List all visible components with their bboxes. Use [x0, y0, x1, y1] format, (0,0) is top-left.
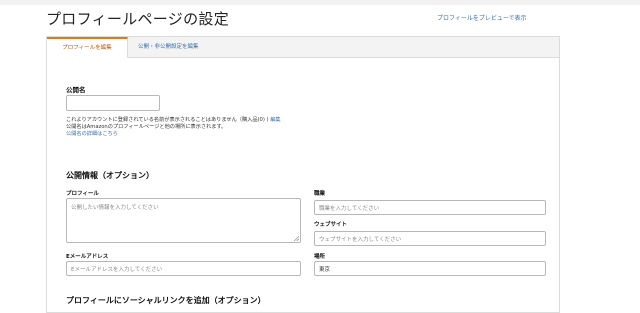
social-links-heading: プロフィールにソーシャルリンクを追加（オプション）: [66, 296, 266, 305]
public-name-help-link[interactable]: 公開名の詳細はこちら: [66, 131, 118, 138]
profile-label: プロフィール: [66, 191, 99, 197]
public-name-note-1: これよりアカウントに登録されている名前が表示されることはありません（購入品(0)…: [66, 117, 281, 124]
page-title: プロフィールページの設定: [46, 10, 230, 28]
website-label: ウェブサイト: [314, 222, 348, 228]
occupation-input[interactable]: 職業を入力してください: [314, 200, 546, 215]
resize-handle-icon[interactable]: [294, 236, 299, 241]
website-input[interactable]: ウェブサイトを入力してください: [314, 231, 546, 246]
public-name-label: 公開名: [66, 86, 86, 94]
purchases-edit-link[interactable]: 編集: [270, 117, 280, 123]
preview-profile-link[interactable]: プロフィールをプレビューで表示: [437, 15, 527, 23]
public-name-input[interactable]: [66, 95, 160, 111]
settings-panel: プロフィールを編集 公開・非公開設定を編集 公開名 これよりアカウントに登録され…: [46, 36, 560, 313]
profile-placeholder: 公開したい情報を入力してください: [71, 205, 159, 211]
occupation-label: 職業: [314, 191, 326, 197]
top-bar: [0, 0, 640, 5]
location-label: 場所: [314, 254, 326, 260]
tab-privacy-settings[interactable]: 公開・非公開設定を編集: [129, 37, 208, 57]
tab-bar: プロフィールを編集 公開・非公開設定を編集: [47, 37, 559, 58]
email-input[interactable]: Eメールアドレスを入力してください: [66, 261, 301, 276]
public-info-heading: 公開情報（オプション）: [66, 171, 154, 180]
email-label: Eメールアドレス: [66, 254, 109, 260]
public-name-note-2: 公開名はAmazonのプロフィールページと他の場所に表示されます。: [66, 124, 227, 130]
tab-edit-profile[interactable]: プロフィールを編集: [47, 37, 128, 58]
profile-textarea[interactable]: 公開したい情報を入力してください: [66, 198, 301, 243]
public-name-note-text: これよりアカウントに登録されている名前が表示されることはありません（購入品(0)…: [66, 117, 269, 123]
location-input[interactable]: 東京: [314, 261, 546, 276]
